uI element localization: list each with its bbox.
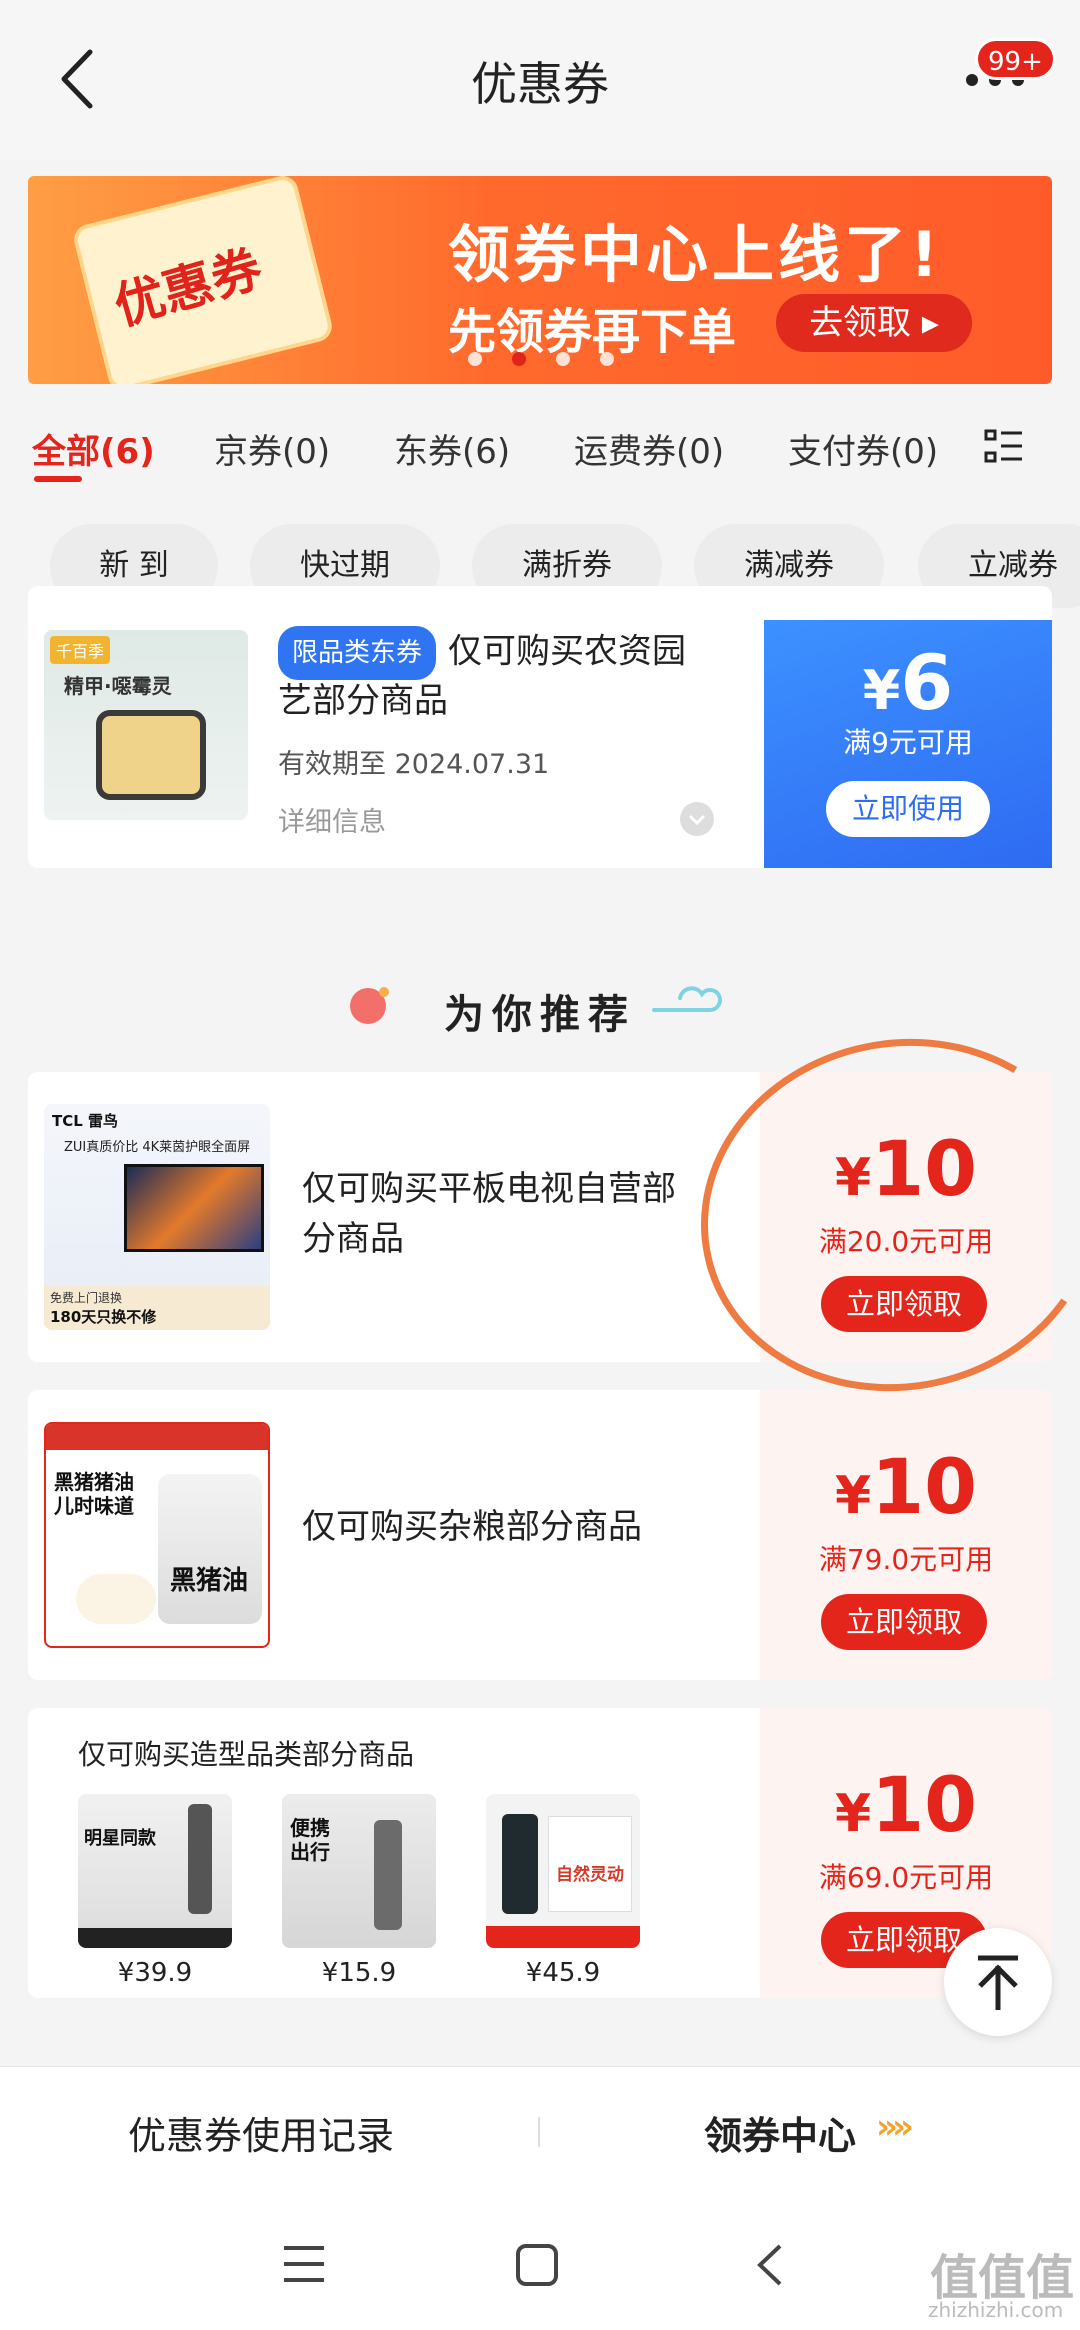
lard-product-image: 黑猪猪油 儿时味道 黑猪油 bbox=[44, 1422, 270, 1648]
tab-dong-coupon[interactable]: 东券(6) bbox=[394, 424, 510, 473]
recommend-coupon-desc: 仅可购买造型品类部分商品 bbox=[78, 1738, 415, 1771]
recommend-coupon-card: 黑猪猪油 儿时味道 黑猪油 仅可购买杂粮部分商品 ¥10 满79.0元可用 立即… bbox=[28, 1390, 1052, 1680]
coupon-title-line2: 艺部分商品 bbox=[278, 681, 448, 721]
coupon-value-panel: ¥6 满9元可用 立即使用 bbox=[764, 620, 1052, 868]
recommend-coupon-value: ¥10 满79.0元可用 立即领取 bbox=[760, 1390, 1052, 1680]
product-image: 便携出行 bbox=[282, 1794, 436, 1948]
tv-tagline: ZUI真质价比 4K莱茵护眼全面屏 bbox=[64, 1140, 251, 1155]
carousel-dot[interactable] bbox=[556, 352, 570, 366]
recommend-section-title: 为你推荐 bbox=[444, 992, 636, 1038]
list-menu-icon[interactable] bbox=[984, 428, 1024, 464]
product-thumbnail: 千百季 精甲·噁霉灵 bbox=[44, 630, 248, 820]
recommend-coupon-card: 仅可购买造型品类部分商品 明星同款 ¥39.9 便携出行 ¥15.9 自然灵动 … bbox=[28, 1708, 1052, 1998]
carousel-dots bbox=[468, 352, 614, 366]
coupon-detail-link[interactable]: 详细信息 bbox=[278, 800, 386, 839]
coupon-center-link[interactable]: 领券中心 bbox=[704, 2105, 856, 2160]
coupon-condition: 满9元可用 bbox=[843, 726, 973, 759]
menu-icon[interactable] bbox=[280, 2242, 328, 2286]
product-price: ¥39.9 bbox=[117, 1958, 193, 1988]
arrow-up-icon bbox=[978, 1955, 1018, 2010]
back-icon[interactable] bbox=[752, 2240, 788, 2290]
page-title: 优惠券 bbox=[471, 57, 609, 111]
store-header-strip bbox=[46, 1424, 268, 1450]
coupon-amount: ¥10 bbox=[835, 1124, 977, 1213]
system-navigation-bar: 值值值 zhizhizhi.com bbox=[0, 2200, 1080, 2330]
recommend-coupon-value: ¥10 满20.0元可用 立即领取 bbox=[760, 1072, 1052, 1362]
recommend-coupon-desc: 仅可购买杂粮部分商品 bbox=[302, 1507, 642, 1547]
tv-screen-graphic bbox=[124, 1164, 264, 1252]
recommend-coupon-desc-line2: 分商品 bbox=[302, 1219, 404, 1259]
product-image: 明星同款 bbox=[78, 1794, 232, 1948]
coupon-amount: ¥10 bbox=[835, 1442, 977, 1531]
tv-promo-strip: 免费上门退换 180天只换不修 bbox=[44, 1286, 270, 1330]
carousel-dot[interactable] bbox=[468, 352, 482, 366]
carousel-dot[interactable] bbox=[600, 352, 614, 366]
tab-jing-coupon[interactable]: 京券(0) bbox=[214, 424, 330, 473]
banner-go-button[interactable]: 去领取 ▸ bbox=[776, 294, 972, 352]
jar-graphic bbox=[158, 1474, 262, 1624]
coupon-expiry: 有效期至 2024.07.31 bbox=[278, 749, 550, 780]
scroll-to-top-button[interactable] bbox=[944, 1928, 1052, 2036]
cloud-decoration-icon bbox=[652, 986, 722, 1012]
message-count-badge: 99+ bbox=[975, 38, 1056, 80]
tab-all[interactable]: 全部(6) bbox=[32, 424, 155, 473]
tv-product-image: TCL 雷鸟 ZUI真质价比 4K莱茵护眼全面屏 免费上门退换 180天只换不修 bbox=[44, 1104, 270, 1330]
home-square-icon[interactable] bbox=[514, 2242, 560, 2288]
top-bar: 优惠券 99+ bbox=[0, 0, 1080, 160]
bottom-action-bar: 优惠券使用记录 领券中心 »» bbox=[0, 2066, 1080, 2200]
product-thumbnail[interactable]: 自然灵动 ¥45.9 bbox=[486, 1794, 640, 1988]
claim-now-button[interactable]: 立即领取 bbox=[821, 1594, 987, 1650]
product-image: 自然灵动 bbox=[486, 1794, 640, 1948]
coupon-category-tag: 限品类东券 bbox=[278, 626, 437, 680]
carousel-dot-active[interactable] bbox=[512, 352, 526, 366]
tab-payment-coupon[interactable]: 支付券(0) bbox=[788, 424, 938, 473]
tab-shipping-coupon[interactable]: 运费券(0) bbox=[574, 424, 724, 473]
use-now-button[interactable]: 立即使用 bbox=[826, 781, 990, 837]
banner-headline: 领券中心上线了! bbox=[448, 218, 943, 291]
coupon-type-tabs: 全部(6) 京券(0) 东券(6) 运费券(0) 支付券(0) bbox=[0, 410, 1080, 490]
jar-graphic bbox=[96, 710, 206, 800]
coupon-amount: ¥10 bbox=[835, 1760, 977, 1849]
double-chevron-right-icon: »» bbox=[876, 2107, 914, 2147]
coupon-amount: ¥6 bbox=[862, 638, 954, 727]
coupon-condition: 满79.0元可用 bbox=[818, 1543, 994, 1576]
chevron-down-icon[interactable] bbox=[680, 802, 714, 836]
product-price: ¥45.9 bbox=[525, 1958, 601, 1988]
product-thumbnail[interactable]: 便携出行 ¥15.9 bbox=[282, 1794, 436, 1988]
coupon-title: 限品类东券 仅可购买农资园 bbox=[278, 626, 686, 680]
coupon-usage-history-link[interactable]: 优惠券使用记录 bbox=[128, 2105, 394, 2160]
product-thumbnail-caption: 精甲·噁霉灵 bbox=[64, 674, 172, 698]
claim-now-button[interactable]: 立即领取 bbox=[821, 1276, 987, 1332]
recommend-coupon-desc: 仅可购买平板电视自营部 bbox=[302, 1169, 676, 1209]
coupon-condition: 满69.0元可用 bbox=[818, 1861, 994, 1894]
recommend-coupon-card: TCL 雷鸟 ZUI真质价比 4K莱茵护眼全面屏 免费上门退换 180天只换不修… bbox=[28, 1072, 1052, 1362]
coupon-title-line1: 仅可购买农资园 bbox=[448, 631, 687, 672]
coupon-condition: 满20.0元可用 bbox=[818, 1225, 994, 1258]
divider bbox=[538, 2117, 540, 2147]
store-badge: 千百季 bbox=[50, 636, 111, 664]
tv-brand-label: TCL 雷鸟 bbox=[52, 1112, 119, 1130]
watermark-url: zhizhizhi.com bbox=[928, 2298, 1064, 2322]
product-price: ¥15.9 bbox=[321, 1958, 397, 1988]
bowl-graphic bbox=[76, 1574, 156, 1624]
coupon-center-banner[interactable]: 优惠券 领券中心上线了! 先领券再下单 去领取 ▸ bbox=[28, 176, 1052, 384]
active-tab-indicator bbox=[34, 476, 82, 482]
lard-tagline: 黑猪猪油 儿时味道 bbox=[54, 1470, 134, 1518]
product-thumbnail[interactable]: 明星同款 ¥39.9 bbox=[78, 1794, 232, 1988]
lard-product-label: 黑猪油 bbox=[170, 1566, 249, 1596]
